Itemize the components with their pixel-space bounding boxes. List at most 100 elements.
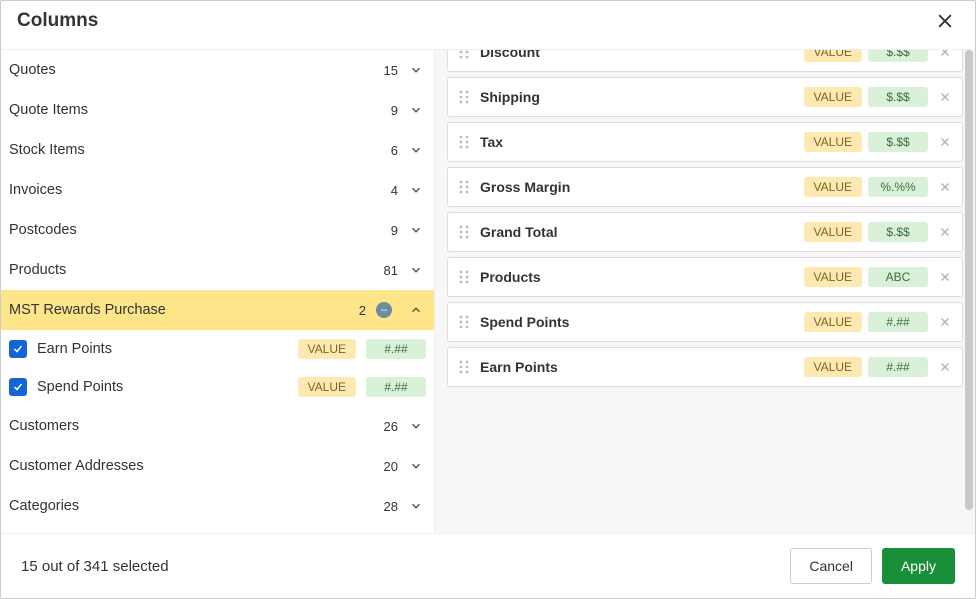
dialog-body: Quotes15Quote Items9Stock Items6Invoices…	[1, 49, 975, 534]
selected-column-tags: VALUE ABC	[804, 267, 928, 287]
close-icon	[935, 11, 955, 31]
column-option[interactable]: Spend PointsVALUE#.##	[1, 368, 434, 406]
drag-handle-icon[interactable]	[458, 359, 470, 375]
column-option[interactable]: Earn PointsVALUE#.##	[1, 330, 434, 368]
chevron-down-icon[interactable]	[408, 143, 424, 157]
group-count: 81	[384, 263, 398, 278]
chevron-down-icon[interactable]	[408, 103, 424, 117]
selected-column-tags: VALUE%.%%	[804, 177, 928, 197]
chevron-up-icon[interactable]	[408, 303, 424, 317]
selected-column-row[interactable]: TaxVALUE$.$$	[447, 122, 963, 162]
group-row-stock_items[interactable]: Stock Items6	[1, 130, 434, 170]
selected-column-row[interactable]: Spend PointsVALUE#.##	[447, 302, 963, 342]
drag-handle-icon[interactable]	[458, 269, 470, 285]
format-badge[interactable]: %.%%	[868, 177, 928, 197]
format-badge: #.##	[366, 339, 426, 359]
scrollbar-thumb[interactable]	[965, 50, 973, 510]
selected-column-row[interactable]: Gross MarginVALUE%.%%	[447, 167, 963, 207]
format-badge[interactable]: $.$$	[868, 87, 928, 107]
selection-status: 15 out of 341 selected	[21, 558, 169, 575]
chevron-down-icon[interactable]	[408, 499, 424, 513]
selected-column-tags: VALUE $.$$	[804, 132, 928, 152]
remove-column-button[interactable]	[938, 135, 952, 149]
selected-column-row[interactable]: Earn PointsVALUE#.##	[447, 347, 963, 387]
apply-button[interactable]: Apply	[882, 548, 955, 584]
remove-column-button[interactable]	[938, 270, 952, 284]
chevron-down-icon[interactable]	[408, 459, 424, 473]
remove-column-button[interactable]	[938, 180, 952, 194]
format-badge[interactable]: $.$$	[868, 222, 928, 242]
available-columns-pane[interactable]: Quotes15Quote Items9Stock Items6Invoices…	[1, 50, 435, 533]
format-badge[interactable]: #.##	[868, 312, 928, 332]
chevron-down-icon[interactable]	[408, 419, 424, 433]
selected-column-label: Gross Margin	[480, 179, 804, 195]
dialog-header: Columns	[1, 1, 975, 49]
type-badge[interactable]: VALUE	[804, 132, 862, 152]
format-badge[interactable]: $.$$	[868, 132, 928, 152]
group-count: 26	[384, 419, 398, 434]
selected-column-label: Shipping	[480, 89, 804, 105]
type-badge[interactable]: VALUE	[804, 312, 862, 332]
selected-column-tags: VALUE #.##	[804, 357, 928, 377]
type-badge[interactable]: VALUE	[804, 357, 862, 377]
close-button[interactable]	[931, 7, 959, 35]
format-badge[interactable]: ABC	[868, 267, 928, 287]
drag-handle-icon[interactable]	[458, 224, 470, 240]
dialog-footer: 15 out of 341 selected Cancel Apply	[1, 534, 975, 598]
group-label: MST Rewards Purchase	[9, 302, 359, 318]
columns-dialog: Columns Quotes15Quote Items9Stock Items6…	[0, 0, 976, 599]
remove-column-button[interactable]	[938, 360, 952, 374]
remove-column-button[interactable]	[938, 50, 952, 59]
group-row-products[interactable]: Products81	[1, 250, 434, 290]
deselect-all-icon[interactable]: –	[376, 302, 392, 318]
group-row-quotes[interactable]: Quotes15	[1, 50, 434, 90]
chevron-down-icon[interactable]	[408, 63, 424, 77]
group-count: 28	[384, 499, 398, 514]
cancel-button[interactable]: Cancel	[790, 548, 872, 584]
remove-column-button[interactable]	[938, 225, 952, 239]
group-row-postcodes[interactable]: Postcodes9	[1, 210, 434, 250]
type-badge[interactable]: VALUE	[804, 50, 862, 62]
group-row-categories[interactable]: Categories28	[1, 486, 434, 526]
remove-column-button[interactable]	[938, 90, 952, 104]
selected-column-row[interactable]: DiscountVALUE $.$$	[447, 50, 963, 72]
selected-columns-pane[interactable]: DiscountVALUE$.$$ShippingVALUE$.$$TaxVAL…	[435, 50, 975, 533]
drag-handle-icon[interactable]	[458, 134, 470, 150]
type-badge[interactable]: VALUE	[804, 267, 862, 287]
group-label: Products	[9, 262, 384, 278]
remove-column-button[interactable]	[938, 315, 952, 329]
selected-column-row[interactable]: Grand TotalVALUE$.$$	[447, 212, 963, 252]
selected-column-row[interactable]: ShippingVALUE $.$$	[447, 77, 963, 117]
group-row-mst[interactable]: MST Rewards Purchase2–	[1, 290, 434, 330]
selected-column-label: Discount	[480, 50, 804, 60]
drag-handle-icon[interactable]	[458, 314, 470, 330]
group-row-customers[interactable]: Customers26	[1, 406, 434, 446]
dialog-title: Columns	[17, 10, 98, 32]
format-badge[interactable]: #.##	[868, 357, 928, 377]
column-option-tags: VALUE#.##	[298, 339, 426, 359]
group-row-customer_addresses[interactable]: Customer Addresses20	[1, 446, 434, 486]
group-label: Invoices	[9, 182, 391, 198]
chevron-down-icon[interactable]	[408, 183, 424, 197]
chevron-down-icon[interactable]	[408, 263, 424, 277]
group-label: Customers	[9, 418, 384, 434]
selected-column-row[interactable]: ProductsVALUEABC	[447, 257, 963, 297]
type-badge[interactable]: VALUE	[804, 222, 862, 242]
chevron-down-icon[interactable]	[408, 223, 424, 237]
drag-handle-icon[interactable]	[458, 179, 470, 195]
group-count: 15	[384, 63, 398, 78]
group-label: Stock Items	[9, 142, 391, 158]
group-count: 9	[391, 223, 398, 238]
checkbox[interactable]	[9, 340, 27, 358]
checkbox[interactable]	[9, 378, 27, 396]
drag-handle-icon[interactable]	[458, 50, 470, 60]
group-count: 20	[384, 459, 398, 474]
type-badge[interactable]: VALUE	[804, 177, 862, 197]
drag-handle-icon[interactable]	[458, 89, 470, 105]
scrollbar-track[interactable]	[965, 50, 973, 533]
group-row-quote_items[interactable]: Quote Items9	[1, 90, 434, 130]
group-row-invoices[interactable]: Invoices4	[1, 170, 434, 210]
format-badge[interactable]: $.$$	[868, 50, 928, 62]
type-badge[interactable]: VALUE	[804, 87, 862, 107]
group-label: Categories	[9, 498, 384, 514]
